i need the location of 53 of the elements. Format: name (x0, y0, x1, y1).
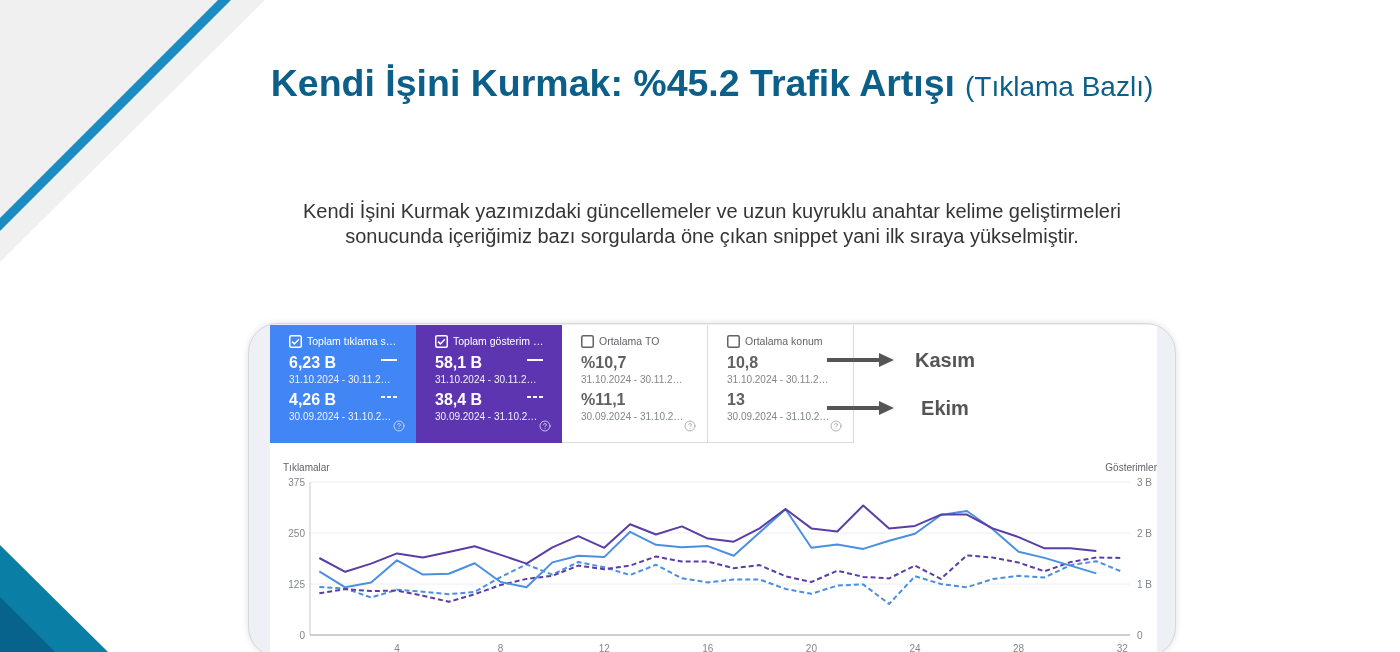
metric-title: Ortalama konum (745, 334, 823, 348)
axis-title: Tıklamalar (283, 462, 330, 473)
callout-label: Ekim (921, 396, 969, 420)
y-axis-tick-label: 0 (299, 629, 305, 641)
metric-title: Ortalama TO (599, 334, 660, 348)
metric-value: 13 (727, 390, 745, 410)
solid-line-icon (527, 359, 543, 361)
y-axis-tick-label: 1 B (1137, 578, 1152, 590)
description-text: Kendi İşini Kurmak yazımızdaki güncellemeler ve uzun kuyruklu anahtar kelime geliştirmeleri sonucunda içeriğimiz bazı sorgularda öne çıkan snippet yani ilk sıraya yükselmiştir. (301, 199, 1123, 249)
y-axis-tick-label: 2 B (1137, 527, 1152, 539)
metric-card[interactable]: Ortalama konum 10,8 31.10.2024 - 30.11.2… 13 30.09.2024 - 31.10.2… (708, 325, 854, 443)
date-range: 31.10.2024 - 30.11.2… (435, 373, 537, 386)
metric-title: Toplam gösterim … (453, 334, 544, 348)
x-axis-tick-label: 28 (1013, 643, 1025, 652)
metric-value: 10,8 (727, 353, 759, 373)
date-range: 31.10.2024 - 30.11.2… (581, 373, 683, 386)
y-axis-tick-label: 250 (288, 527, 305, 539)
metric-value: 38,4 B (435, 390, 483, 410)
metric-value: %10,7 (581, 353, 627, 373)
x-axis-tick-label: 16 (702, 643, 714, 652)
x-axis-tick-label: 12 (598, 643, 610, 652)
dashed-line-icon (381, 396, 397, 398)
y-axis-tick-label: 375 (288, 476, 305, 488)
date-range: 30.09.2024 - 31.10.2… (289, 410, 392, 423)
metric-value: %11,1 (581, 390, 626, 410)
date-range: 31.10.2024 - 30.11.2… (289, 373, 391, 386)
right-arrow-icon (827, 401, 894, 415)
date-range: 30.09.2024 - 31.10.2… (581, 410, 684, 423)
metric-card[interactable]: Ortalama TO %10,7 31.10.2024 - 30.11.2… %11,1 30.09.2024 - 31.10.2… (562, 325, 708, 443)
metric-title: Toplam tıklama s… (307, 334, 397, 348)
right-arrow-icon (827, 353, 894, 367)
x-axis-tick-label: 32 (1116, 643, 1128, 652)
page-title: Kendi İşini Kurmak: %45.2 Trafik Artışı (270, 61, 955, 105)
date-range: 31.10.2024 - 30.11.2… (727, 373, 829, 386)
title-note: (Tıklama Bazlı) (965, 70, 1154, 104)
callout-label: Kasım (915, 348, 975, 372)
checkbox[interactable] (727, 334, 740, 348)
dashed-line-icon (527, 396, 543, 398)
checkbox[interactable] (581, 334, 594, 348)
metric-value: 6,23 B (289, 353, 337, 373)
metric-value: 4,26 B (289, 390, 337, 410)
x-axis-tick-label: 24 (909, 643, 921, 652)
x-axis-tick-label: 4 (394, 643, 400, 652)
solid-line-icon (381, 359, 397, 361)
y-axis-tick-label: 3 B (1137, 476, 1152, 488)
x-axis-tick-label: 8 (497, 643, 504, 652)
y-axis-tick-label: 0 (1137, 629, 1143, 641)
x-axis-tick-label: 20 (805, 643, 817, 652)
date-range: 30.09.2024 - 31.10.2… (435, 410, 538, 423)
metric-value: 58,1 B (435, 353, 483, 373)
axis-title: Gösterimler (1105, 462, 1157, 473)
y-axis-tick-label: 125 (288, 578, 305, 590)
date-range: 30.09.2024 - 31.10.2… (727, 410, 830, 423)
